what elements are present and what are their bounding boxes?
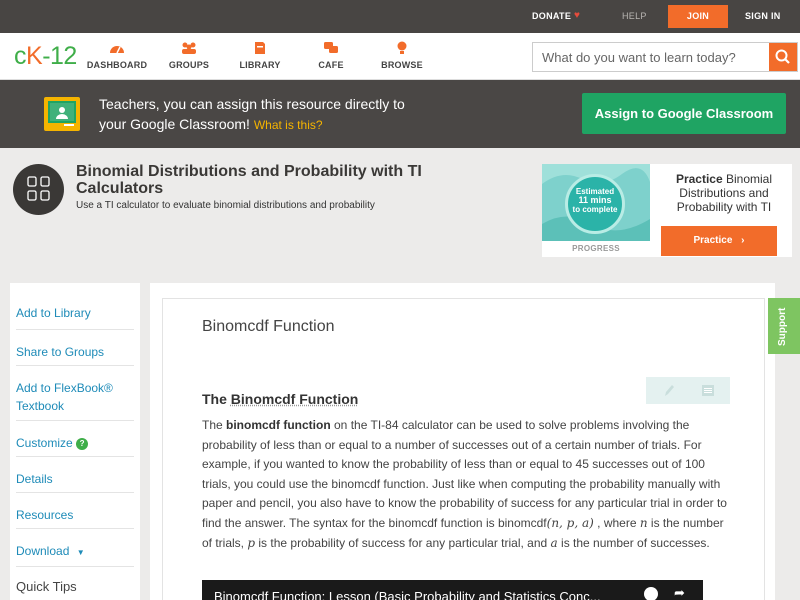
library-icon <box>255 42 265 54</box>
section-toolbar <box>646 377 730 404</box>
sidebar-share-to-groups[interactable]: Share to Groups <box>16 343 134 366</box>
google-classroom-icon <box>44 97 80 131</box>
nav-browse[interactable]: BROWSE <box>362 41 442 70</box>
ck12-logo[interactable]: cK-12 <box>14 41 77 71</box>
video-player[interactable]: Binomcdf Function: Lesson (Basic Probabi… <box>202 580 703 600</box>
cafe-icon <box>324 42 338 53</box>
search-box <box>532 42 798 72</box>
page-subtitle: Use a TI calculator to evaluate binomial… <box>76 200 375 211</box>
sidebar-resources[interactable]: Resources <box>16 506 134 529</box>
sidebar-add-to-library[interactable]: Add to Library <box>16 304 134 330</box>
nav-cafe[interactable]: CAFE <box>291 41 371 70</box>
topic-calculator-icon <box>13 164 64 215</box>
sidebar-download[interactable]: Download ▼ <box>16 542 134 567</box>
help-icon[interactable]: ? <box>76 438 89 450</box>
caret-down-icon: ▼ <box>76 548 85 557</box>
progress-label: PROGRESS <box>542 241 650 257</box>
practice-title: Practice Binomial Distributions and Prob… <box>675 172 773 214</box>
vocabulary-term[interactable]: Binomcdf Function <box>231 391 359 407</box>
groups-icon <box>182 42 196 54</box>
assign-to-google-classroom-button[interactable]: Assign to Google Classroom <box>582 93 786 134</box>
chevron-right-icon: › <box>741 235 745 246</box>
quick-tips-heading: Quick Tips <box>16 579 77 594</box>
page-title: Binomial Distributions and Probability w… <box>76 163 422 197</box>
clock-icon[interactable] <box>644 587 658 600</box>
sidebar-add-to-flexbook[interactable]: Add to FlexBook® Textbook <box>16 379 134 421</box>
sidebar: Add to Library Share to Groups Add to Fl… <box>10 283 140 600</box>
practice-card: Estimated 11 mins to complete PROGRESS P… <box>542 164 792 257</box>
nav-groups[interactable]: GROUPS <box>149 41 229 70</box>
search-button[interactable] <box>769 43 797 71</box>
sidebar-details[interactable]: Details <box>16 470 134 493</box>
section-heading: The Binomcdf Function <box>202 391 359 407</box>
donate-link[interactable]: DONATE <box>532 0 571 33</box>
estimated-time-badge: Estimated 11 mins to complete <box>565 174 625 234</box>
nav-bar: cK-12 DASHBOARD GROUPS LIBRARY CAFE BROW… <box>0 33 800 80</box>
search-icon <box>775 49 790 64</box>
lesson-paragraph: The binomcdf function on the TI-84 calcu… <box>202 418 727 550</box>
what-is-this-link[interactable]: What is this? <box>254 118 323 132</box>
support-tab[interactable]: Support <box>768 298 800 354</box>
teacher-banner-text: Teachers, you can assign this resource d… <box>99 96 405 132</box>
share-icon[interactable]: ➦ <box>674 586 688 600</box>
video-title: Binomcdf Function: Lesson (Basic Probabi… <box>214 589 601 600</box>
help-link[interactable]: HELP <box>622 0 647 33</box>
search-input[interactable] <box>533 43 769 71</box>
sidebar-customize[interactable]: Customize ? <box>16 434 134 457</box>
sign-in-link[interactable]: SIGN IN <box>745 0 781 33</box>
heart-icon: ♥ <box>574 10 580 21</box>
pencil-icon[interactable] <box>662 383 676 398</box>
dashboard-icon <box>110 46 124 54</box>
top-bar: DONATE ♥ HELP JOIN SIGN IN <box>0 0 800 33</box>
browse-icon <box>397 41 407 54</box>
content-title: Binomcdf Function <box>202 318 335 335</box>
notes-icon[interactable] <box>701 384 715 397</box>
join-button[interactable]: JOIN <box>668 5 728 28</box>
practice-button[interactable]: Practice › <box>661 226 777 256</box>
nav-dashboard[interactable]: DASHBOARD <box>77 41 157 70</box>
practice-art: Estimated 11 mins to complete PROGRESS <box>542 164 650 257</box>
nav-library[interactable]: LIBRARY <box>220 41 300 70</box>
